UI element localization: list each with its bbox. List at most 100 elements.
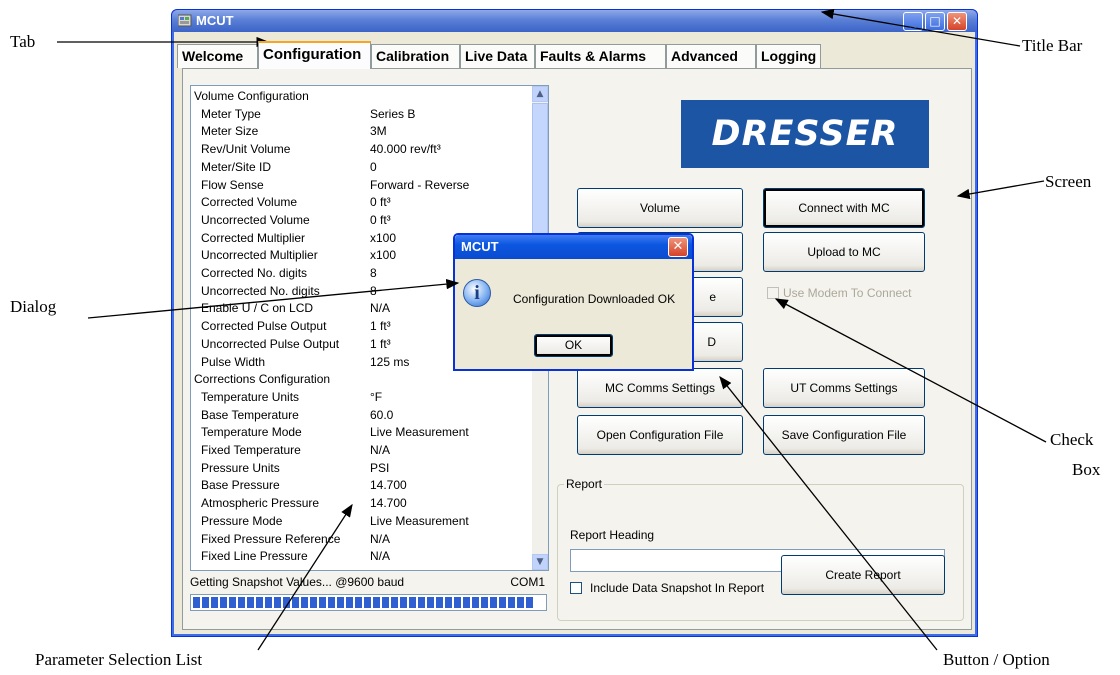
- progress-fill: [193, 597, 535, 608]
- parameter-value: 60.0: [370, 407, 394, 422]
- list-item[interactable]: Fixed Pressure Reference N/A: [191, 531, 531, 549]
- tab-advanced[interactable]: Advanced: [666, 44, 756, 68]
- list-section-header[interactable]: Corrections Configuration: [191, 371, 531, 389]
- annotation-check-line1: Check: [1050, 430, 1094, 449]
- dialog-title: MCUT: [461, 239, 499, 254]
- list-item[interactable]: Meter Type Series B: [191, 106, 531, 124]
- dialog-close-icon[interactable]: ✕: [668, 237, 688, 257]
- parameter-name: Fixed Line Pressure: [201, 549, 308, 564]
- progress-bar: [190, 594, 547, 611]
- list-item[interactable]: Temperature Units °F: [191, 389, 531, 407]
- dialog-title-bar[interactable]: MCUT ✕: [455, 235, 692, 259]
- tab-faults-alarms[interactable]: Faults & Alarms: [535, 44, 666, 68]
- parameter-name: Uncorrected Multiplier: [201, 248, 318, 263]
- parameter-value: 8: [370, 266, 377, 280]
- ut-comms-settings-button[interactable]: UT Comms Settings: [763, 368, 925, 408]
- list-item[interactable]: Pressure Units PSI: [191, 460, 531, 478]
- list-item[interactable]: Fixed Line Pressure N/A: [191, 548, 531, 566]
- parameter-value: N/A: [370, 531, 391, 546]
- report-group-title: Report: [564, 477, 605, 491]
- parameter-name: Uncorrected No. digits: [201, 283, 320, 298]
- parameter-name: Base Temperature: [201, 407, 299, 422]
- parameter-name: Rev/Unit Volume: [201, 142, 291, 157]
- list-item[interactable]: Meter/Site ID 0: [191, 159, 531, 177]
- list-item[interactable]: Flow Sense Forward - Reverse: [191, 177, 531, 195]
- mc-comms-settings-button[interactable]: MC Comms Settings: [577, 368, 743, 408]
- status-text: Getting Snapshot Values... @9600 baud: [190, 575, 405, 589]
- parameter-name: Temperature Units: [201, 389, 300, 404]
- parameter-value: Live Measurement: [370, 513, 469, 528]
- parameter-value: °F: [370, 389, 383, 404]
- list-item[interactable]: Temperature Mode Live Measurement: [191, 424, 531, 442]
- list-item[interactable]: Meter Size 3M: [191, 123, 531, 141]
- annotation-screen: Screen: [1045, 172, 1092, 191]
- use-modem-label: Use Modem To Connect: [783, 286, 912, 300]
- parameter-value: N/A: [370, 549, 391, 564]
- status-port: COM1: [510, 575, 545, 589]
- parameter-value: Series B: [370, 106, 416, 121]
- tab-configuration[interactable]: Configuration: [258, 41, 371, 69]
- parameter-value: 0 ft³: [370, 212, 391, 227]
- annotation-check-line2: Box: [1072, 460, 1101, 479]
- parameter-name: Pulse Width: [201, 354, 266, 369]
- list-item[interactable]: Base Pressure 14.700: [191, 477, 531, 495]
- message-dialog: MCUT ✕ i Configuration Downloaded OK OK: [453, 233, 694, 371]
- list-item[interactable]: Pressure Mode Live Measurement: [191, 513, 531, 531]
- report-heading-label: Report Heading: [570, 528, 655, 542]
- parameter-name: Fixed Pressure Reference: [201, 531, 341, 546]
- create-report-button[interactable]: Create Report: [781, 555, 945, 595]
- close-icon[interactable]: ✕: [947, 12, 967, 31]
- dialog-message: Configuration Downloaded OK: [513, 292, 676, 306]
- parameter-value: 40.000 rev/ft³: [370, 142, 441, 157]
- parameter-value: N/A: [370, 443, 391, 457]
- annotation-parameter-list: Parameter Selection List: [35, 650, 203, 669]
- list-item[interactable]: Base Temperature 60.0: [191, 407, 531, 425]
- dialog-ok-button[interactable]: OK: [534, 334, 613, 357]
- scroll-down-icon[interactable]: ▼: [532, 554, 548, 570]
- use-modem-checkbox[interactable]: [767, 287, 779, 299]
- volume-button[interactable]: Volume: [577, 188, 743, 228]
- parameter-name: Temperature Mode: [201, 425, 302, 440]
- tab-logging[interactable]: Logging: [756, 44, 821, 68]
- connect-mc-button[interactable]: Connect with MC: [763, 188, 925, 228]
- scroll-up-icon[interactable]: ▲: [532, 86, 548, 102]
- list-item[interactable]: Atmospheric Pressure 14.700: [191, 495, 531, 513]
- title-bar[interactable]: MCUT _ □ ✕: [172, 10, 977, 32]
- upload-mc-button[interactable]: Upload to MC: [763, 232, 925, 272]
- list-section-header[interactable]: Volume Configuration: [191, 88, 531, 106]
- parameter-name: Corrected Pulse Output: [201, 319, 327, 334]
- parameter-name: Corrected Volume: [201, 195, 298, 210]
- list-item[interactable]: Fixed Temperature N/A: [191, 442, 531, 460]
- parameter-value: 0 ft³: [370, 195, 391, 210]
- info-icon: i: [463, 279, 491, 307]
- parameter-name: Corrections Configuration: [194, 372, 331, 387]
- list-item[interactable]: Rev/Unit Volume 40.000 rev/ft³: [191, 141, 531, 159]
- parameter-name: Meter Type: [201, 106, 261, 121]
- parameter-name: Base Pressure: [201, 478, 280, 493]
- tab-welcome[interactable]: Welcome: [177, 44, 258, 68]
- parameter-value: N/A: [370, 301, 391, 316]
- open-config-button[interactable]: Open Configuration File: [577, 415, 743, 455]
- list-item[interactable]: Uncorrected Volume 0 ft³: [191, 212, 531, 230]
- tab-calibration[interactable]: Calibration: [371, 44, 460, 68]
- parameter-value: PSI: [370, 460, 390, 475]
- parameter-value: x100: [370, 230, 397, 245]
- parameter-value: 1 ft³: [370, 319, 391, 334]
- maximize-icon[interactable]: □: [925, 12, 945, 31]
- parameter-value: 14.700: [370, 496, 407, 511]
- parameter-name: Meter Size: [201, 124, 259, 139]
- window-title: MCUT: [196, 13, 234, 28]
- parameter-name: Pressure Mode: [201, 513, 283, 528]
- include-snapshot-checkbox[interactable]: [570, 582, 582, 594]
- include-snapshot-label: Include Data Snapshot In Report: [590, 581, 765, 595]
- annotation-title-bar: Title Bar: [1022, 36, 1083, 55]
- parameter-name: Fixed Temperature: [201, 443, 301, 457]
- minimize-icon[interactable]: _: [903, 12, 923, 31]
- save-config-button[interactable]: Save Configuration File: [763, 415, 925, 455]
- parameter-name: Enable U / C on LCD: [201, 301, 314, 316]
- parameter-value: x100: [370, 248, 397, 263]
- tab-live-data[interactable]: Live Data: [460, 44, 535, 68]
- annotation-tab: Tab: [10, 32, 36, 51]
- list-item[interactable]: Corrected Volume 0 ft³: [191, 194, 531, 212]
- parameter-value: 0: [370, 159, 377, 174]
